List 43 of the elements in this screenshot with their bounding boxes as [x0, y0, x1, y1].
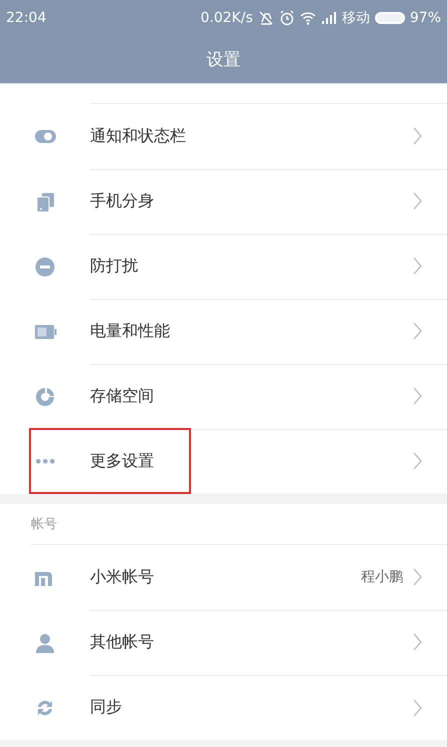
settings-item[interactable]: 更多设置 [0, 429, 447, 494]
chevron-right-icon [413, 387, 423, 405]
item-label: 小米帐号 [90, 566, 155, 588]
alarm-icon [278, 10, 295, 26]
chevron-right-icon [413, 192, 423, 210]
battery-icon [374, 10, 405, 26]
chevron-right-icon [413, 633, 423, 651]
item-label: 其他帐号 [90, 632, 155, 652]
signal-icon [320, 10, 337, 26]
status-time: 22:04 [6, 10, 46, 26]
dots-icon [36, 459, 54, 464]
person-icon [35, 632, 55, 652]
chevron-right-icon [413, 322, 423, 340]
settings-item[interactable]: 同步 [0, 675, 447, 740]
battery-percent: 97% [410, 10, 441, 26]
item-label: 同步 [90, 697, 123, 718]
settings-item[interactable]: 小米帐号 程小鹏 [0, 545, 447, 610]
chevron-right-icon [413, 127, 423, 145]
item-label: 存储空间 [90, 386, 155, 406]
item-label: 手机分身 [90, 190, 155, 212]
mute-icon [258, 10, 274, 26]
pie-icon [35, 386, 55, 406]
item-label: 通知和状态栏 [90, 126, 187, 146]
chevron-right-icon [413, 698, 423, 716]
item-label: 防打扰 [90, 256, 139, 276]
settings-item[interactable]: 防打扰 [0, 234, 447, 299]
chevron-right-icon [413, 257, 423, 275]
carrier-name: 移动 [342, 9, 370, 27]
wifi-icon [300, 10, 316, 26]
network-speed: 0.02K/s [200, 10, 253, 26]
chevron-right-icon [413, 452, 423, 470]
settings-item[interactable]: 手机分身 [0, 169, 447, 234]
item-value: 程小鹏 [361, 568, 403, 586]
settings-item[interactable]: 其他帐号 [0, 610, 447, 675]
item-label: 电量和性能 [90, 320, 171, 342]
phones-icon [35, 192, 55, 212]
settings-item[interactable]: 电量和性能 [0, 299, 447, 364]
settings-item[interactable]: 存储空间 [0, 364, 447, 429]
minus-circle-icon [35, 256, 55, 276]
settings-item[interactable]: 通知和状态栏 [0, 104, 447, 169]
section-title: 帐号 [31, 516, 57, 533]
chevron-right-icon [413, 568, 423, 586]
item-label: 更多设置 [90, 450, 155, 472]
